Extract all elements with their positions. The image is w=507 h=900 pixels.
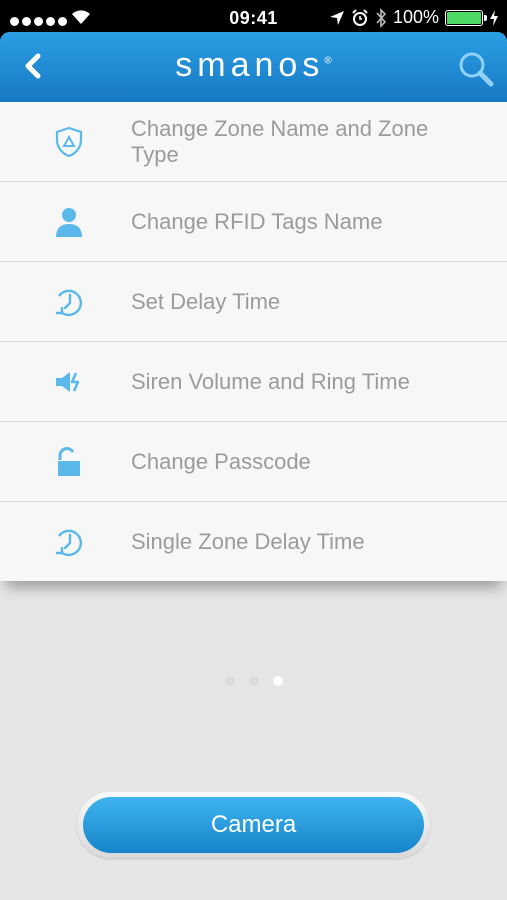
battery-icon: [445, 9, 487, 26]
menu-item-zone-name[interactable]: Change Zone Name and Zone Type: [0, 102, 507, 182]
page-dot[interactable]: [224, 676, 235, 686]
menu-item-label: Change Passcode: [131, 448, 311, 474]
clock-icon: [52, 285, 86, 319]
menu-item-rfid-tags[interactable]: Change RFID Tags Name: [0, 182, 507, 262]
menu-item-label: Set Delay Time: [131, 288, 281, 314]
bluetooth-icon: [376, 7, 387, 28]
menu-item-single-zone-delay[interactable]: Single Zone Delay Time: [0, 502, 507, 581]
location-arrow-icon: [329, 10, 344, 25]
page-dot-active[interactable]: [272, 676, 283, 686]
status-bar: 09:41 100%: [0, 0, 507, 36]
menu-item-label: Change Zone Name and Zone Type: [131, 115, 429, 167]
charging-bolt-icon: [490, 9, 498, 26]
settings-menu: Change Zone Name and Zone Type Change RF…: [0, 102, 507, 581]
app-logo: smanos®: [175, 46, 332, 84]
alarm-clock-icon: [352, 8, 368, 26]
menu-item-siren-volume[interactable]: Siren Volume and Ring Time: [0, 342, 507, 422]
camera-button[interactable]: Camera: [83, 797, 424, 853]
unlock-icon: [52, 445, 86, 479]
clock-icon: [52, 525, 86, 559]
menu-item-delay-time[interactable]: Set Delay Time: [0, 262, 507, 342]
page-dot[interactable]: [248, 676, 259, 686]
user-icon: [52, 205, 86, 239]
battery-percent: 100%: [392, 7, 439, 27]
speaker-icon: [52, 365, 86, 399]
app-screen: smanos® Change Zone Name and Zone Type C…: [0, 32, 507, 900]
camera-button-frame: Camera: [77, 792, 430, 858]
page-indicator[interactable]: [0, 673, 507, 691]
menu-item-label: Single Zone Delay Time: [131, 528, 365, 554]
menu-item-label: Change RFID Tags Name: [131, 208, 383, 234]
nav-bar: smanos®: [0, 32, 507, 102]
shield-icon: [52, 125, 86, 159]
menu-item-label: Siren Volume and Ring Time: [131, 368, 410, 394]
menu-item-passcode[interactable]: Change Passcode: [0, 422, 507, 502]
search-icon[interactable]: [457, 50, 495, 88]
